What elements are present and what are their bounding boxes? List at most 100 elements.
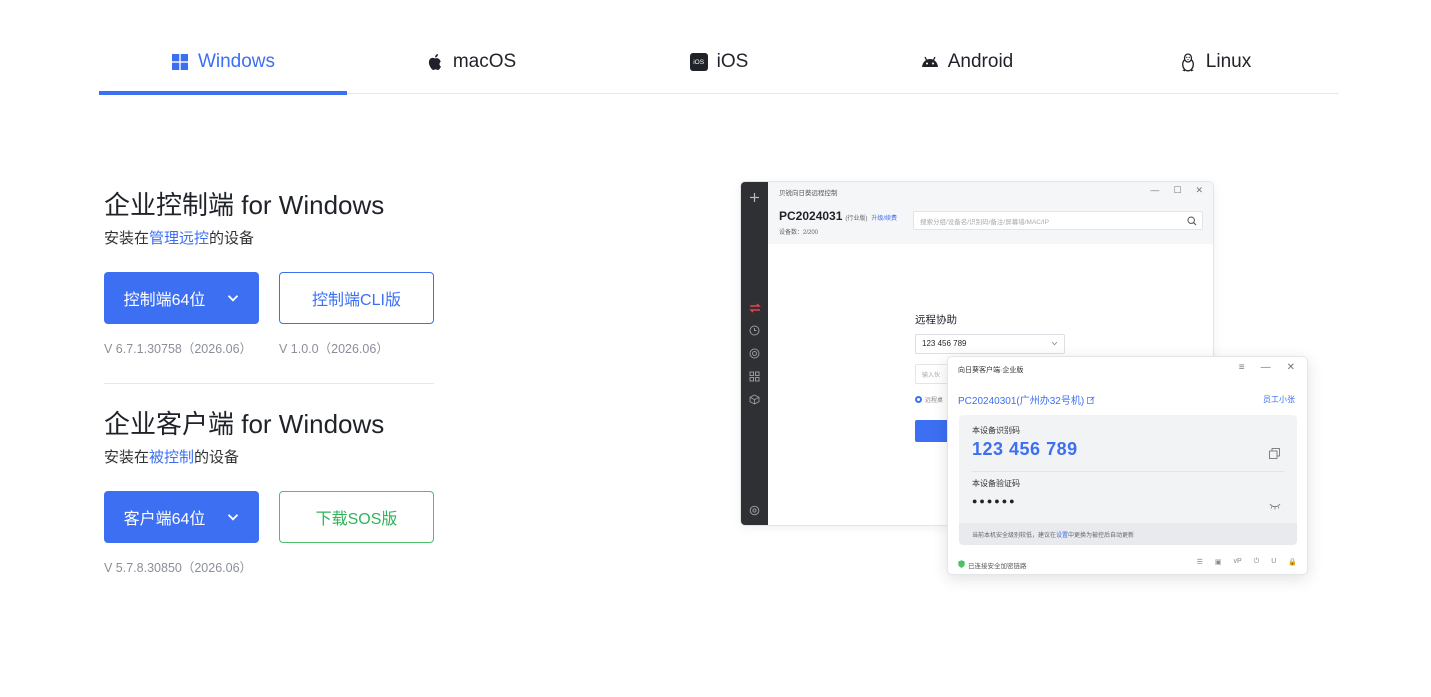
copy-icon [1269, 446, 1280, 459]
card-divider [972, 471, 1284, 472]
menu-icon: ≡ [1238, 362, 1245, 373]
client-64bit-button[interactable]: 客户端64位 [104, 491, 259, 543]
client-window-controls: ≡ — ✕ [1239, 362, 1295, 373]
ios-icon: iOS [689, 53, 708, 71]
grid-icon [748, 370, 761, 383]
controller-title: 企业控制端 for Windows [104, 190, 385, 220]
search-icon [1187, 216, 1197, 226]
edit-icon [1087, 396, 1095, 407]
close-icon: ✕ [1195, 185, 1203, 195]
radio-label: 远程桌 [925, 398, 944, 404]
support-icon [748, 347, 761, 360]
android-icon [921, 53, 939, 71]
client-app-screenshot: 向日葵客户端·企业版 ≡ — ✕ PC20240301(广州办32号机) 员工小… [947, 356, 1308, 575]
eye-closed-icon [1269, 497, 1281, 510]
controller-subtitle: 安装在管理远控的设备 [104, 228, 444, 250]
client-subtitle: 安装在被控制的设备 [104, 447, 444, 469]
client-title: 企业客户端 for Windows [104, 409, 385, 439]
tab-windows[interactable]: Windows [99, 30, 347, 95]
tab-label: Windows [197, 51, 276, 72]
client-64bit-version: V 5.7.8.30850（2026.06） [104, 561, 253, 575]
connection-status: 已连接安全加密链路 [958, 560, 1027, 570]
subtitle-suffix: 的设备 [194, 449, 240, 466]
tab-label: iOS [716, 51, 749, 72]
button-label: 控制端CLI版 [312, 292, 401, 309]
tab-label: Android [947, 51, 1014, 72]
controller-cli-button[interactable]: 控制端CLI版 [279, 272, 434, 324]
shield-icon [958, 560, 965, 570]
close-icon: ✕ [1286, 362, 1295, 373]
device-id-label: 本设备识别码 [972, 426, 1020, 435]
minimize-icon: — [1150, 185, 1160, 195]
remote-desktop-radio: 远程桌 [915, 395, 943, 404]
screen-icon: ▣ [1214, 559, 1222, 566]
windows-icon [171, 53, 189, 71]
chevron-down-icon [1051, 340, 1058, 347]
device-id-code: 123 456 789 [972, 439, 1078, 459]
power-icon: ⏻ [1253, 558, 1260, 565]
window-controls: — ☐ ✕ [1150, 185, 1203, 196]
device-search-box: 搜索分组/设备名/识别码/备注/屏幕墙/MAC/IP [913, 211, 1203, 230]
client-pc-name: PC20240301(广州办32号机) [958, 392, 1095, 407]
client-section: 企业客户端 for Windows 安装在被控制的设备 客户端64位 下载SOS… [104, 407, 444, 576]
client-user-name: 员工小张 [1263, 395, 1295, 404]
linux-icon [1179, 52, 1197, 71]
minimize-icon: — [1260, 362, 1271, 373]
note-settings-link: 设置 [1056, 533, 1069, 539]
app-sidebar [741, 182, 768, 525]
device-count: 设备数：2/200 [779, 230, 819, 236]
subtitle-prefix: 安装在 [104, 449, 150, 466]
u-icon: U [1271, 558, 1277, 565]
note-suffix: 中更换为被控后自动更新 [1068, 533, 1135, 539]
button-label: 客户端64位 [123, 511, 206, 528]
tab-ios[interactable]: iOS iOS [595, 30, 843, 94]
plus-icon [748, 191, 761, 204]
section-divider [104, 383, 434, 384]
chevron-down-icon [227, 292, 239, 304]
client-pc-name-text: PC20240301(广州办32号机) [958, 396, 1085, 407]
remote-assist-icon [748, 301, 761, 314]
client-app-title: 向日葵客户端·企业版 [958, 367, 1024, 374]
button-label: 控制端64位 [123, 292, 206, 309]
button-label: 下载SOS版 [315, 511, 398, 528]
ios-badge-text: iOS [693, 58, 705, 66]
remote-code-value: 123 456 789 [922, 339, 967, 348]
connection-status-text: 已连接安全加密链路 [968, 563, 1027, 570]
pc-name: PC2024031 (行业版) 升级/续费 [779, 209, 897, 223]
remote-code-select: 123 456 789 [915, 334, 1065, 354]
settings-icon [748, 504, 761, 517]
tab-label: Linux [1205, 51, 1252, 72]
note-prefix: 当前本机安全级别较低，建议在 [972, 533, 1057, 539]
history-icon [748, 324, 761, 337]
tab-android[interactable]: Android [843, 30, 1091, 94]
remote-assist-title: 远程协助 [915, 314, 957, 326]
controller-section: 企业控制端 for Windows 安装在管理远控的设备 控制端64位 控制端C… [104, 188, 444, 357]
client-toolbar: ☰ ▣ vP ⏻ U 🔒 [1197, 558, 1297, 566]
device-code-card: 本设备识别码 123 456 789 本设备验证码 ●●●●●● 当前本机安全级… [959, 415, 1297, 545]
subtitle-highlight: 管理远控 [149, 230, 210, 247]
subtitle-prefix: 安装在 [104, 230, 150, 247]
verify-code-label: 本设备验证码 [972, 479, 1020, 488]
upgrade-link: 升级/续费 [871, 216, 898, 222]
pc-name-text: PC2024031 [779, 209, 843, 223]
vp-icon: vP [1233, 558, 1242, 565]
radio-selected-icon [915, 396, 922, 403]
platform-tabs: Windows macOS iOS iOS Android Linux [99, 30, 1339, 95]
subtitle-highlight: 被控制 [149, 449, 195, 466]
apple-icon [426, 53, 444, 71]
maximize-icon: ☐ [1173, 185, 1182, 195]
tab-macos[interactable]: macOS [347, 30, 595, 94]
controller-64bit-version: V 6.7.1.30758（2026.06） [104, 342, 253, 356]
chevron-down-icon [227, 511, 239, 523]
controller-64bit-button[interactable]: 控制端64位 [104, 272, 259, 324]
app-name: 贝锐向日葵远程控制 [779, 190, 838, 197]
controller-cli-version: V 1.0.0（2026.06） [279, 342, 389, 356]
download-sos-button[interactable]: 下载SOS版 [279, 491, 434, 543]
tab-label: macOS [452, 51, 517, 72]
cube-icon [748, 393, 761, 406]
app-header: 贝锐向日葵远程控制 — ☐ ✕ PC2024031 (行业版) 升级/续费 设备数：… [768, 182, 1213, 244]
security-note: 当前本机安全级别较低，建议在设置中更换为被控后自动更新 [959, 523, 1297, 545]
subtitle-suffix: 的设备 [209, 230, 255, 247]
tab-linux[interactable]: Linux [1091, 30, 1339, 94]
search-placeholder: 搜索分组/设备名/识别码/备注/屏幕墙/MAC/IP [920, 219, 1049, 226]
